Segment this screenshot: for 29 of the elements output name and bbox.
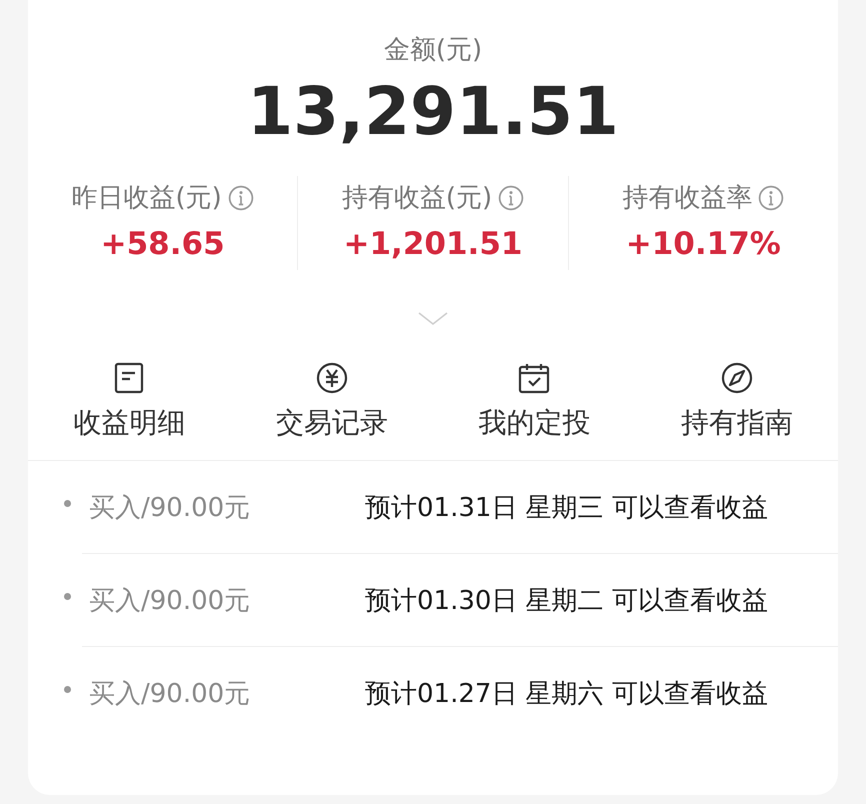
compass-icon: [720, 362, 753, 394]
bullet-icon: [64, 686, 71, 692]
stat-value: +10.17%: [626, 225, 781, 264]
shortcut-button[interactable]: 持有指南: [636, 362, 838, 442]
amount-value: 13,291.51: [247, 72, 619, 152]
record-amount: 买入/90.00元: [89, 678, 252, 710]
bullet-icon: [64, 592, 71, 600]
stat-label: 昨日收益(元): [72, 182, 222, 215]
yuan-coin-icon: [316, 362, 348, 394]
document-icon: [113, 362, 146, 394]
info-icon[interactable]: [758, 185, 784, 211]
info-icon[interactable]: [228, 185, 254, 211]
record-note: 预计01.31日 星期三 可以查看收益: [365, 492, 768, 524]
shortcut-button[interactable]: 收益明细: [28, 362, 230, 442]
shortcut-button[interactable]: 交易记录: [230, 362, 433, 442]
stat-value: +1,201.51: [344, 225, 522, 264]
stat-label: 持有收益率: [622, 182, 752, 215]
info-icon[interactable]: [498, 185, 524, 211]
bullet-icon: [64, 500, 71, 506]
record-note: 预计01.27日 星期六 可以查看收益: [365, 678, 768, 710]
chevron-down-icon[interactable]: [418, 312, 448, 326]
shortcut-button[interactable]: 我的定投: [433, 362, 636, 442]
stat-label: 持有收益(元): [342, 182, 492, 215]
stat-value: +58.65: [100, 225, 225, 264]
record-note: 预计01.30日 星期二 可以查看收益: [365, 584, 768, 618]
record-amount: 买入/90.00元: [89, 584, 252, 618]
record-amount: 买入/90.00元: [89, 492, 252, 524]
calendar-check-icon: [518, 362, 550, 394]
amount-label: 金额(元): [384, 34, 482, 67]
